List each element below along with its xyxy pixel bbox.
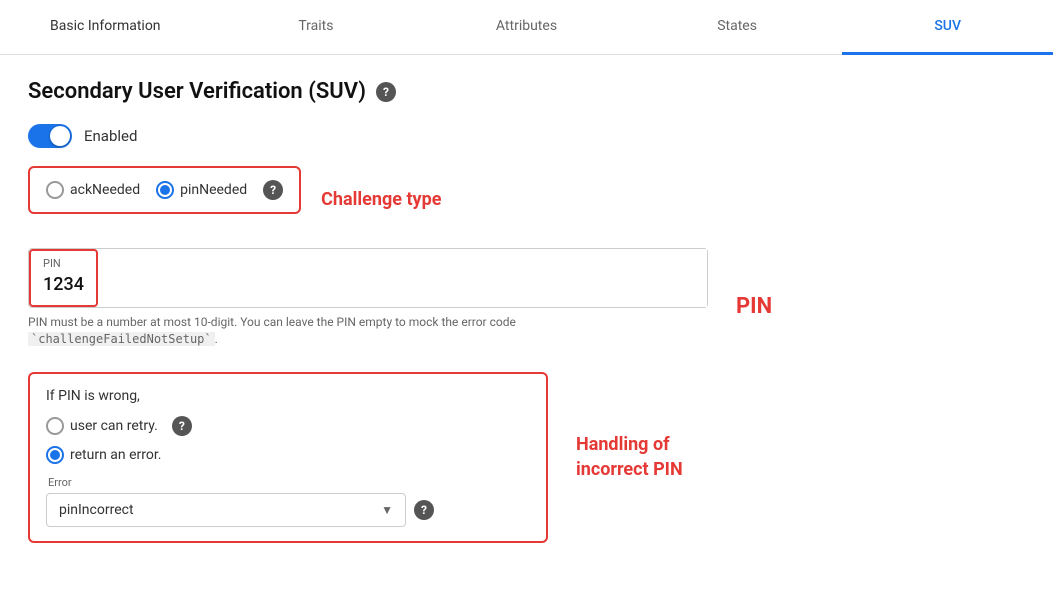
error-dropdown-section: Error pinIncorrect ▼ ? <box>46 476 530 527</box>
radio-ack-needed[interactable]: ackNeeded <box>46 181 140 199</box>
dropdown-arrow-icon: ▼ <box>381 503 393 517</box>
pin-label-red: PIN <box>736 294 772 319</box>
radio-retry-circle <box>46 417 64 435</box>
title-help-icon[interactable]: ? <box>376 82 396 102</box>
page-title: Secondary User Verification (SUV) ? <box>28 79 1025 104</box>
tab-basic-information[interactable]: Basic Information <box>0 0 211 55</box>
pin-input[interactable] <box>98 249 707 307</box>
enabled-toggle-row: Enabled <box>28 124 1025 148</box>
radio-pin-label: pinNeeded <box>180 182 247 198</box>
pin-field-value: 1234 <box>43 274 84 295</box>
retry-help-icon[interactable]: ? <box>172 416 192 436</box>
radio-retry[interactable]: user can retry. ? <box>46 416 530 436</box>
tab-states[interactable]: States <box>632 0 843 55</box>
error-dropdown[interactable]: pinIncorrect ▼ <box>46 493 406 527</box>
challenge-type-help-icon[interactable]: ? <box>263 180 283 200</box>
challenge-type-box: ackNeeded pinNeeded ? <box>28 166 301 214</box>
error-help-icon[interactable]: ? <box>414 500 434 520</box>
tab-bar: Basic Information Traits Attributes Stat… <box>0 0 1053 55</box>
incorrect-pin-title: If PIN is wrong, <box>46 388 530 404</box>
pin-field-label: PIN <box>43 257 84 270</box>
radio-error-label: return an error. <box>70 447 161 463</box>
enabled-toggle[interactable] <box>28 124 72 148</box>
incorrect-pin-label: Handling ofincorrect PIN <box>576 432 683 482</box>
radio-ack-circle <box>46 181 64 199</box>
page-title-text: Secondary User Verification (SUV) <box>28 79 366 104</box>
pin-hint: PIN must be a number at most 10-digit. Y… <box>28 314 708 348</box>
error-dropdown-row: pinIncorrect ▼ ? <box>46 493 530 527</box>
pin-field-box: PIN 1234 <box>29 249 98 307</box>
radio-pin-needed[interactable]: pinNeeded <box>156 181 247 199</box>
error-dropdown-label: Error <box>48 476 530 489</box>
toggle-label: Enabled <box>84 127 137 145</box>
radio-return-error[interactable]: return an error. <box>46 446 530 464</box>
tab-suv[interactable]: SUV <box>842 0 1053 55</box>
radio-error-circle <box>46 446 64 464</box>
error-dropdown-value: pinIncorrect <box>59 502 134 518</box>
tab-traits[interactable]: Traits <box>211 0 422 55</box>
radio-pin-circle <box>156 181 174 199</box>
main-content: Secondary User Verification (SUV) ? Enab… <box>0 55 1053 567</box>
radio-retry-label: user can retry. <box>70 418 158 434</box>
handling-row: If PIN is wrong, user can retry. ? retur… <box>28 372 1025 543</box>
incorrect-pin-box: If PIN is wrong, user can retry. ? retur… <box>28 372 548 543</box>
challenge-type-label: Challenge type <box>321 189 441 210</box>
radio-ack-label: ackNeeded <box>70 182 140 198</box>
challenge-type-radio-group: ackNeeded pinNeeded ? <box>46 180 283 200</box>
tab-attributes[interactable]: Attributes <box>421 0 632 55</box>
